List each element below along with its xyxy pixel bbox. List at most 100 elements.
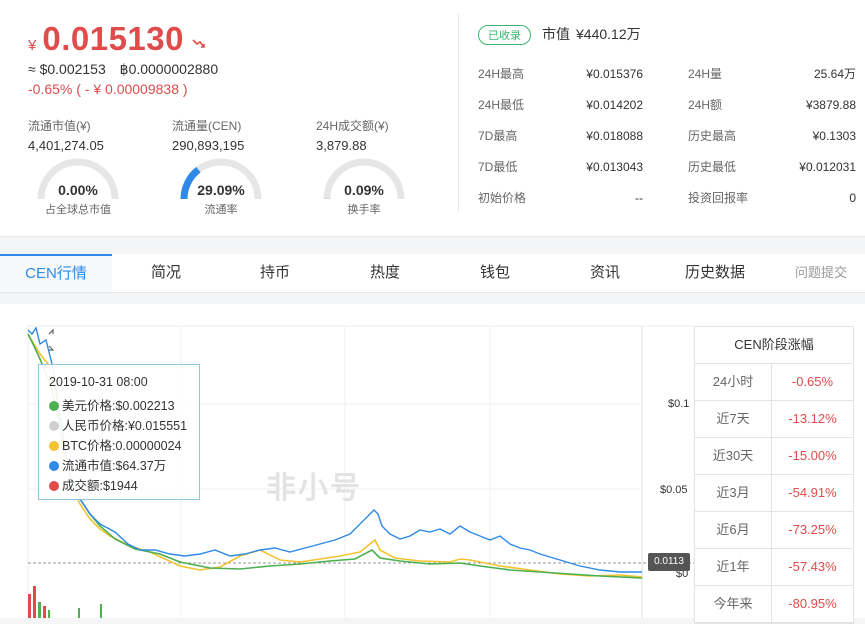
- btc-price: ฿0.0000002880: [120, 61, 218, 77]
- period-row: 近30天-15.00%: [695, 438, 853, 475]
- market-stats-row: 初始价格-- 投资回报率0: [478, 182, 856, 213]
- tab-market[interactable]: CEN行情: [0, 254, 112, 292]
- stat-key: 24H额: [688, 96, 748, 113]
- tab-history[interactable]: 历史数据: [660, 254, 770, 292]
- expand-icon[interactable]: [49, 330, 53, 350]
- volume-bar: [38, 602, 41, 618]
- period-row: 近3月-54.91%: [695, 475, 853, 512]
- tooltip-row: 美元价格:$0.002213: [49, 395, 175, 414]
- tooltip-row: 流通市值:$64.37万: [49, 455, 166, 474]
- tooltip-row: BTC价格:0.00000024: [49, 435, 182, 454]
- coin-summary-panel: ¥ 0.015130 ≈ $0.002153 ฿0.0000002880 -0.…: [0, 0, 865, 237]
- period-change: -15.00%: [772, 438, 853, 474]
- market-stats-row: 24H最高¥0.015376 24H量25.64万: [478, 58, 856, 89]
- stat-value: ¥0.012031: [748, 160, 856, 174]
- volume-bar: [28, 594, 31, 618]
- price-change: -0.65% ( - ¥ 0.00009838 ): [28, 81, 188, 97]
- current-price: 0.015130: [42, 20, 184, 58]
- gauge-percent: 29.09%: [173, 182, 269, 198]
- market-cap-value: ¥440.12万: [576, 26, 641, 42]
- period-label: 今年来: [695, 586, 772, 622]
- period-row: 24小时-0.65%: [695, 364, 853, 401]
- period-change-title: CEN阶段涨幅: [695, 327, 853, 364]
- stat-key: 历史最高: [688, 127, 748, 144]
- stat-key: 投资回报率: [688, 189, 748, 206]
- market-cap-label: 市值: [542, 26, 570, 42]
- stat-label: 24H成交额(¥): [316, 117, 460, 134]
- market-cap: 市值 ¥440.12万: [542, 24, 647, 44]
- period-row: 今年来-80.95%: [695, 586, 853, 623]
- stat-market-cap: 流通市值(¥) 4,401,274.05: [28, 117, 172, 153]
- gauges-row: 0.00% 占全球总市值 29.09% 流通率 0.09% 换手率: [30, 156, 459, 220]
- volume-bar: [43, 606, 46, 618]
- volume-bar: [33, 586, 36, 618]
- current-price-label: 0.0113: [648, 553, 690, 571]
- stat-key: 历史最低: [688, 158, 748, 175]
- tab-holders[interactable]: 持币: [220, 254, 330, 292]
- tooltip-row: 成交额:$1944: [49, 475, 138, 494]
- volume-bar: [78, 608, 80, 618]
- stat-value: 0: [748, 191, 856, 205]
- stat-supply: 流通量(CEN) 290,893,195: [172, 117, 316, 153]
- tab-submit-issue[interactable]: 问题提交: [795, 254, 865, 292]
- tooltip-date: 2019-10-31 08:00: [49, 375, 148, 389]
- tab-overview[interactable]: 简况: [112, 254, 220, 292]
- stat-value: ¥0.014202: [536, 98, 643, 112]
- stat-key: 7D最低: [478, 158, 536, 175]
- stat-value: --: [536, 191, 643, 205]
- tab-wallet[interactable]: 钱包: [440, 254, 550, 292]
- volume-bar: [100, 604, 102, 618]
- y-axis-label: $0.05: [660, 484, 688, 496]
- listed-badge: 已收录: [478, 25, 531, 45]
- stat-value: ¥3879.88: [748, 98, 856, 112]
- stat-label: 流通市值(¥): [28, 117, 172, 134]
- stat-value: ¥0.015376: [536, 67, 643, 81]
- stat-value: 4,401,274.05: [28, 138, 172, 153]
- gauge-label: 占全球总市值: [30, 201, 126, 217]
- period-change-table: CEN阶段涨幅 24小时-0.65% 近7天-13.12% 近30天-15.00…: [694, 326, 854, 624]
- period-change: -73.25%: [772, 512, 853, 548]
- volume-bar: [48, 610, 50, 618]
- period-row: 近7天-13.12%: [695, 401, 853, 438]
- tab-heat[interactable]: 热度: [330, 254, 440, 292]
- gauge-label: 流通率: [173, 201, 269, 217]
- gauge-circulation-rate: 29.09% 流通率: [173, 156, 316, 220]
- watermark-logo: 非小号: [266, 463, 362, 507]
- stat-value: ¥0.018088: [536, 129, 643, 143]
- gauge-global-share: 0.00% 占全球总市值: [30, 156, 173, 220]
- gauge-turnover-rate: 0.09% 换手率: [316, 156, 459, 220]
- trend-down-icon: [192, 37, 206, 53]
- tooltip-text: 流通市值:$64.37万: [62, 459, 166, 473]
- period-label: 近7天: [695, 401, 772, 437]
- period-change: -80.95%: [772, 586, 853, 622]
- period-change: -54.91%: [772, 475, 853, 511]
- period-change: -57.43%: [772, 549, 853, 585]
- period-label: 近6月: [695, 512, 772, 548]
- period-label: 近3月: [695, 475, 772, 511]
- gauge-label: 换手率: [316, 201, 412, 217]
- stat-label: 流通量(CEN): [172, 117, 316, 134]
- market-stats-row: 24H最低¥0.014202 24H额¥3879.88: [478, 89, 856, 120]
- market-stats-row: 7D最低¥0.013043 历史最低¥0.012031: [478, 151, 856, 182]
- market-stats-row: 7D最高¥0.018088 历史最高¥0.1303: [478, 120, 856, 151]
- tooltip-text: 人民币价格:¥0.015551: [62, 419, 187, 433]
- stat-key: 24H量: [688, 65, 748, 82]
- period-row: 近1年-57.43%: [695, 549, 853, 586]
- period-change: -0.65%: [772, 364, 853, 400]
- tooltip-row: 人民币价格:¥0.015551: [49, 415, 187, 434]
- tab-news[interactable]: 资讯: [550, 254, 660, 292]
- tooltip-text: 成交额:$1944: [62, 479, 138, 493]
- legend-dot: [49, 441, 59, 451]
- converted-prices: ≈ $0.002153 ฿0.0000002880: [28, 61, 228, 78]
- stat-key: 初始价格: [478, 189, 536, 206]
- tab-bar: CEN行情 简况 持币 热度 钱包 资讯 历史数据 问题提交: [0, 254, 865, 293]
- tooltip-text: BTC价格:0.00000024: [62, 439, 182, 453]
- stat-volume: 24H成交额(¥) 3,879.88: [316, 117, 460, 153]
- gauge-percent: 0.09%: [316, 182, 412, 198]
- legend-dot: [49, 481, 59, 491]
- chart-tooltip: 2019-10-31 08:00 美元价格:$0.002213 人民币价格:¥0…: [38, 364, 200, 500]
- legend-dot: [49, 461, 59, 471]
- legend-dot: [49, 421, 59, 431]
- legend-dot: [49, 401, 59, 411]
- period-row: 近6月-73.25%: [695, 512, 853, 549]
